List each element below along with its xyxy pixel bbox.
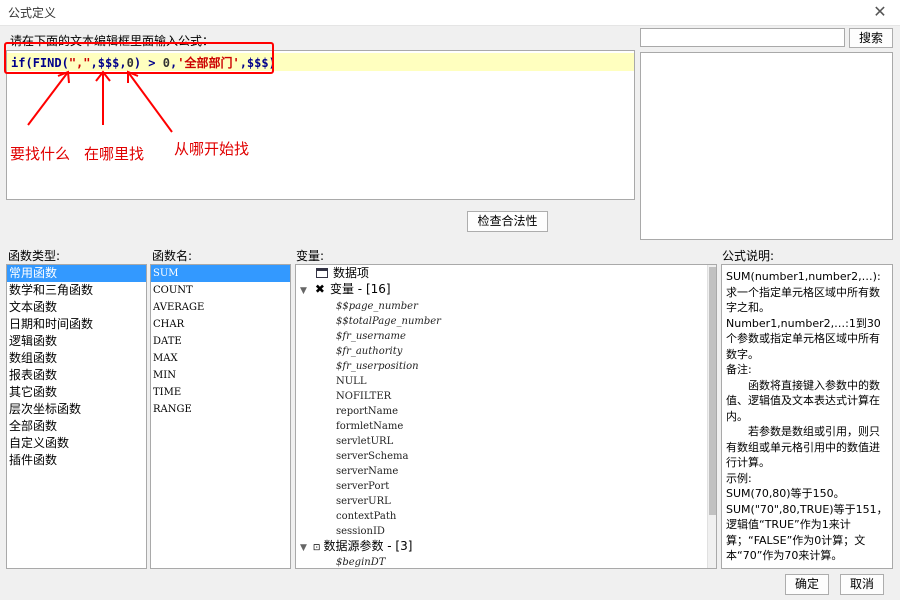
function-names-label: 函数名: [152, 249, 193, 263]
validate-button[interactable]: 检查合法性 [467, 211, 548, 232]
description-line: 备注: [726, 363, 752, 376]
tree-node-variables[interactable]: ▼ ✖ 变量 - [16] [300, 282, 391, 297]
description-line: SUM("70",80,TRUE)等于151，逻辑值“TRUE”作为1来计算；“… [726, 502, 888, 563]
function-type-item[interactable]: 自定义函数 [7, 435, 146, 452]
function-name-item[interactable]: MIN [151, 367, 290, 384]
function-type-item[interactable]: 逻辑函数 [7, 333, 146, 350]
variables-scrollbar[interactable] [707, 265, 716, 568]
function-type-item[interactable]: 其它函数 [7, 384, 146, 401]
table-icon [316, 268, 328, 278]
function-type-item[interactable]: 数组函数 [7, 350, 146, 367]
description-line: SUM(number1,number2,…): 求一个指定单元格区域中所有数字之… [726, 270, 881, 314]
description-panel: SUM(number1,number2,…): 求一个指定单元格区域中所有数字之… [721, 264, 893, 569]
collapse-arrow-icon: ▼ [300, 286, 307, 296]
tree-leaf-variable[interactable]: NULL [336, 374, 366, 389]
variables-tree[interactable]: 数据项 ▼ ✖ 变量 - [16] $$page_number $$totalPag… [295, 264, 717, 569]
tree-leaf-variable[interactable]: $$page_number [336, 299, 418, 314]
description-text: SUM(number1,number2,…): 求一个指定单元格区域中所有数字之… [726, 269, 888, 564]
description-label: 公式说明: [722, 249, 775, 263]
tree-leaf-variable[interactable]: formletName [336, 419, 403, 434]
tree-leaf-variable[interactable]: reportName [336, 404, 398, 419]
function-type-item[interactable]: 日期和时间函数 [7, 316, 146, 333]
tree-leaf-variable[interactable]: serverSchema [336, 449, 408, 464]
search-button[interactable]: 搜索 [849, 28, 893, 48]
function-types-label: 函数类型: [8, 249, 61, 263]
tree-leaf-variable[interactable]: contextPath [336, 509, 396, 524]
tree-leaf-variable[interactable]: $$totalPage_number [336, 314, 441, 329]
tree-leaf-variable[interactable]: $fr_username [336, 329, 406, 344]
tree-leaf-variable[interactable]: serverName [336, 464, 398, 479]
function-name-item[interactable]: COUNT [151, 282, 290, 299]
datasource-param-icon: ⊡ [312, 543, 321, 553]
annotation-what: 要找什么 [10, 145, 71, 163]
function-type-item[interactable]: 文本函数 [7, 299, 146, 316]
annotation-from: 从哪开始找 [174, 140, 250, 158]
search-results-panel [640, 52, 893, 240]
function-type-item[interactable]: 层次坐标函数 [7, 401, 146, 418]
tree-leaf-variable[interactable]: $fr_authority [336, 344, 402, 359]
tree-node-data-item[interactable]: 数据项 [316, 266, 369, 281]
close-icon[interactable]: ✕ [870, 2, 890, 22]
description-line: SUM(70,80)等于150。 [726, 487, 845, 500]
tree-leaf-variable[interactable]: servletURL [336, 434, 393, 449]
description-line: Number1,number2,…:1到30个参数或指定单元格区域中所有数字。 [726, 316, 881, 361]
arrow-what [27, 71, 69, 126]
description-line: 示例: [726, 471, 752, 485]
function-name-item[interactable]: TIME [151, 384, 290, 401]
function-names-list[interactable]: SUM COUNT AVERAGE CHAR DATE MAX MIN TIME… [150, 264, 291, 569]
search-input[interactable] [640, 28, 845, 47]
tree-leaf-datasource-param[interactable]: $beginDT [336, 555, 385, 568]
tree-leaf-variable[interactable]: serverPort [336, 479, 389, 494]
function-name-item[interactable]: CHAR [151, 316, 290, 333]
annotation-arrows [27, 70, 173, 133]
arrow-from [127, 71, 173, 133]
function-type-item[interactable]: 插件函数 [7, 452, 146, 469]
function-name-item[interactable]: AVERAGE [151, 299, 290, 316]
tree-leaf-variable[interactable]: NOFILTER [336, 389, 391, 404]
function-name-item[interactable]: RANGE [151, 401, 290, 418]
function-types-list[interactable]: 常用函数 数学和三角函数 文本函数 日期和时间函数 逻辑函数 数组函数 报表函数… [6, 264, 147, 569]
tree-node-datasource[interactable]: ▼ ⊡ 数据源参数 - [3] [300, 539, 412, 554]
function-name-item[interactable]: DATE [151, 333, 290, 350]
description-line: 函数将直接键入参数中的数值、逻辑值及文本表达式计算在内。 [726, 378, 880, 423]
function-type-item[interactable]: 全部函数 [7, 418, 146, 435]
variables-label: 变量: [296, 249, 325, 263]
ok-button[interactable]: 确定 [785, 574, 829, 595]
variable-icon: ✖ [314, 282, 325, 296]
tree-leaf-variable[interactable]: $fr_userposition [336, 359, 419, 374]
collapse-arrow-icon: ▼ [300, 543, 307, 553]
cancel-button[interactable]: 取消 [840, 574, 884, 595]
tree-leaf-variable[interactable]: serverURL [336, 494, 391, 509]
function-type-item[interactable]: 常用函数 [7, 265, 146, 282]
function-name-item[interactable]: MAX [151, 350, 290, 367]
tree-leaf-variable[interactable]: sessionID [336, 524, 385, 539]
function-type-item[interactable]: 数学和三角函数 [7, 282, 146, 299]
description-line: 若参数是数组或引用，则只有数组或单元格引用中的数值进行计算。 [726, 425, 880, 469]
variables-scroll-thumb[interactable] [709, 267, 716, 515]
annotation-where: 在哪里找 [84, 145, 145, 163]
function-type-item[interactable]: 报表函数 [7, 367, 146, 384]
function-name-item[interactable]: SUM [151, 265, 290, 282]
